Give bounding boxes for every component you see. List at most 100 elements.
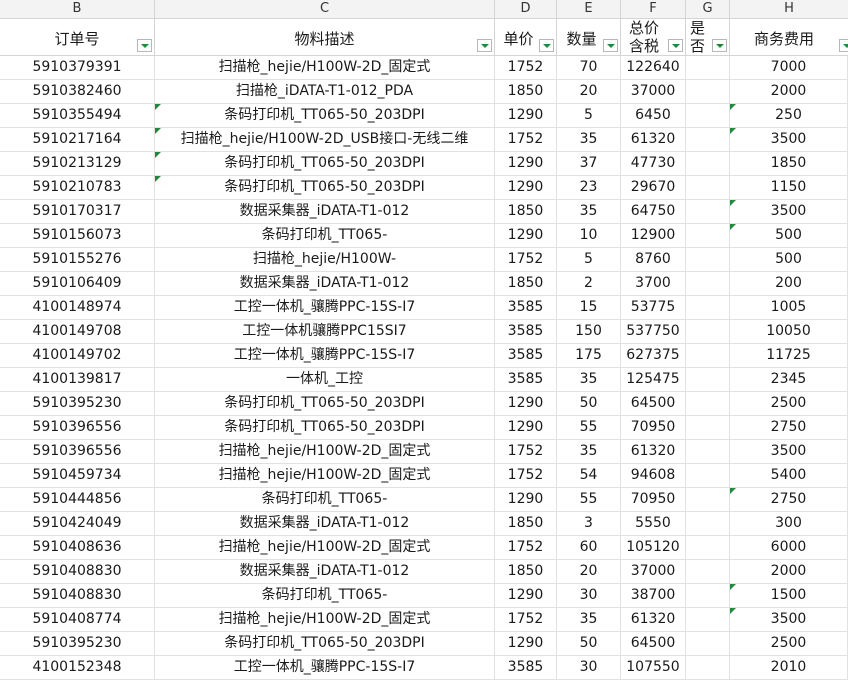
- cell-invoiced[interactable]: [686, 464, 730, 487]
- cell-invoiced[interactable]: [686, 392, 730, 415]
- cell-business-fee[interactable]: 3500: [730, 128, 848, 151]
- cell-unit-price[interactable]: 1290: [495, 584, 557, 607]
- cell-business-fee[interactable]: 10050: [730, 320, 848, 343]
- header-order-number[interactable]: 订单号: [0, 19, 155, 55]
- cell-quantity[interactable]: 175: [557, 344, 621, 367]
- filter-dropdown-icon[interactable]: [539, 39, 554, 52]
- cell-business-fee[interactable]: 2000: [730, 80, 848, 103]
- cell-unit-price[interactable]: 3585: [495, 344, 557, 367]
- cell-quantity[interactable]: 150: [557, 320, 621, 343]
- cell-material-desc[interactable]: 工控一体机_骧腾PPC-15S-I7: [155, 656, 495, 679]
- cell-unit-price[interactable]: 1850: [495, 512, 557, 535]
- cell-business-fee[interactable]: 2500: [730, 392, 848, 415]
- column-letter-e[interactable]: E: [557, 0, 621, 18]
- cell-business-fee[interactable]: 200: [730, 272, 848, 295]
- cell-order-number[interactable]: 5910459734: [0, 464, 155, 487]
- cell-order-number[interactable]: 5910156073: [0, 224, 155, 247]
- cell-material-desc[interactable]: 扫描枪_hejie/H100W-2D_固定式: [155, 608, 495, 631]
- cell-total-with-tax[interactable]: 537750: [621, 320, 686, 343]
- cell-unit-price[interactable]: 1290: [495, 152, 557, 175]
- cell-invoiced[interactable]: [686, 560, 730, 583]
- cell-business-fee[interactable]: 3500: [730, 200, 848, 223]
- cell-unit-price[interactable]: 1850: [495, 560, 557, 583]
- cell-order-number[interactable]: 5910379391: [0, 56, 155, 79]
- filter-dropdown-icon[interactable]: [668, 39, 683, 52]
- cell-total-with-tax[interactable]: 29670: [621, 176, 686, 199]
- header-invoiced[interactable]: 是否开票: [686, 19, 730, 55]
- cell-order-number[interactable]: 5910408774: [0, 608, 155, 631]
- cell-business-fee[interactable]: 2010: [730, 656, 848, 679]
- cell-total-with-tax[interactable]: 8760: [621, 248, 686, 271]
- cell-invoiced[interactable]: [686, 416, 730, 439]
- column-letter-d[interactable]: D: [495, 0, 557, 18]
- cell-quantity[interactable]: 70: [557, 56, 621, 79]
- cell-unit-price[interactable]: 1290: [495, 176, 557, 199]
- cell-unit-price[interactable]: 1752: [495, 464, 557, 487]
- cell-order-number[interactable]: 5910213129: [0, 152, 155, 175]
- cell-business-fee[interactable]: 1500: [730, 584, 848, 607]
- cell-invoiced[interactable]: [686, 512, 730, 535]
- cell-quantity[interactable]: 35: [557, 608, 621, 631]
- cell-quantity[interactable]: 3: [557, 512, 621, 535]
- cell-quantity[interactable]: 55: [557, 488, 621, 511]
- cell-material-desc[interactable]: 条码打印机_TT065-50_203DPI: [155, 632, 495, 655]
- column-letter-b[interactable]: B: [0, 0, 155, 18]
- cell-total-with-tax[interactable]: 38700: [621, 584, 686, 607]
- cell-unit-price[interactable]: 1752: [495, 128, 557, 151]
- cell-quantity[interactable]: 54: [557, 464, 621, 487]
- cell-material-desc[interactable]: 条码打印机_TT065-: [155, 584, 495, 607]
- cell-total-with-tax[interactable]: 64750: [621, 200, 686, 223]
- column-letter-f[interactable]: F: [621, 0, 686, 18]
- cell-quantity[interactable]: 20: [557, 560, 621, 583]
- cell-invoiced[interactable]: [686, 176, 730, 199]
- cell-invoiced[interactable]: [686, 344, 730, 367]
- cell-quantity[interactable]: 30: [557, 584, 621, 607]
- cell-total-with-tax[interactable]: 125475: [621, 368, 686, 391]
- cell-order-number[interactable]: 4100152348: [0, 656, 155, 679]
- cell-invoiced[interactable]: [686, 656, 730, 679]
- cell-order-number[interactable]: 5910444856: [0, 488, 155, 511]
- cell-material-desc[interactable]: 扫描枪_hejie/H100W-2D_固定式: [155, 464, 495, 487]
- cell-total-with-tax[interactable]: 64500: [621, 632, 686, 655]
- cell-quantity[interactable]: 23: [557, 176, 621, 199]
- cell-total-with-tax[interactable]: 37000: [621, 560, 686, 583]
- cell-material-desc[interactable]: 工控一体机骧腾PPC15SI7: [155, 320, 495, 343]
- cell-business-fee[interactable]: 1850: [730, 152, 848, 175]
- cell-unit-price[interactable]: 1850: [495, 272, 557, 295]
- cell-order-number[interactable]: 5910395230: [0, 632, 155, 655]
- cell-material-desc[interactable]: 工控一体机_骧腾PPC-15S-I7: [155, 344, 495, 367]
- cell-business-fee[interactable]: 300: [730, 512, 848, 535]
- filter-dropdown-icon[interactable]: [137, 39, 152, 52]
- cell-material-desc[interactable]: 扫描枪_hejie/H100W-2D_固定式: [155, 536, 495, 559]
- cell-order-number[interactable]: 5910170317: [0, 200, 155, 223]
- cell-material-desc[interactable]: 扫描枪_iDATA-T1-012_PDA: [155, 80, 495, 103]
- cell-invoiced[interactable]: [686, 224, 730, 247]
- cell-business-fee[interactable]: 500: [730, 248, 848, 271]
- cell-unit-price[interactable]: 1752: [495, 56, 557, 79]
- filter-dropdown-icon[interactable]: [477, 39, 492, 52]
- cell-unit-price[interactable]: 1290: [495, 104, 557, 127]
- cell-invoiced[interactable]: [686, 608, 730, 631]
- cell-material-desc[interactable]: 扫描枪_hejie/H100W-2D_固定式: [155, 56, 495, 79]
- cell-invoiced[interactable]: [686, 104, 730, 127]
- cell-invoiced[interactable]: [686, 632, 730, 655]
- cell-unit-price[interactable]: 1752: [495, 248, 557, 271]
- cell-material-desc[interactable]: 一体机_工控: [155, 368, 495, 391]
- cell-business-fee[interactable]: 500: [730, 224, 848, 247]
- cell-material-desc[interactable]: 扫描枪_hejie/H100W-2D_USB接口-无线二维: [155, 128, 495, 151]
- header-quantity[interactable]: 数量: [557, 19, 621, 55]
- cell-total-with-tax[interactable]: 47730: [621, 152, 686, 175]
- cell-order-number[interactable]: 5910408636: [0, 536, 155, 559]
- cell-business-fee[interactable]: 5400: [730, 464, 848, 487]
- cell-quantity[interactable]: 60: [557, 536, 621, 559]
- cell-total-with-tax[interactable]: 70950: [621, 416, 686, 439]
- cell-business-fee[interactable]: 6000: [730, 536, 848, 559]
- cell-order-number[interactable]: 5910396556: [0, 440, 155, 463]
- cell-total-with-tax[interactable]: 64500: [621, 392, 686, 415]
- cell-quantity[interactable]: 35: [557, 368, 621, 391]
- cell-total-with-tax[interactable]: 61320: [621, 128, 686, 151]
- cell-invoiced[interactable]: [686, 80, 730, 103]
- cell-invoiced[interactable]: [686, 128, 730, 151]
- cell-invoiced[interactable]: [686, 440, 730, 463]
- cell-quantity[interactable]: 35: [557, 200, 621, 223]
